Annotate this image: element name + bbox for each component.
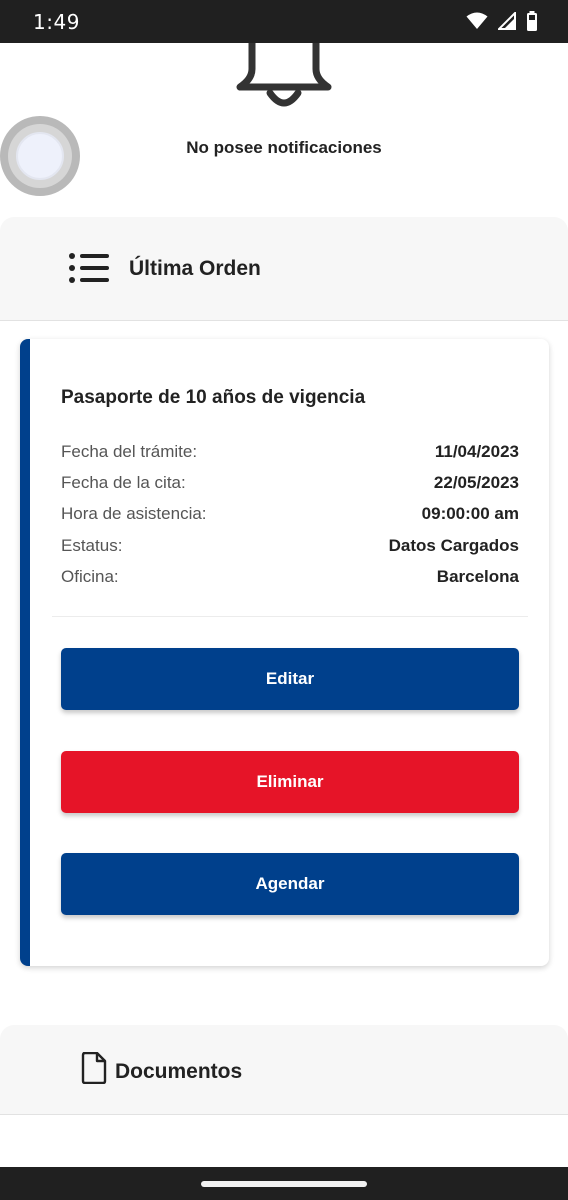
- status-time: 1:49: [33, 10, 80, 34]
- status-bar: 1:49: [0, 0, 568, 43]
- card-divider: [52, 616, 528, 617]
- order-row-fecha-cita: Fecha de la cita: 22/05/2023: [61, 473, 519, 497]
- order-title: Pasaporte de 10 años de vigencia: [61, 387, 366, 408]
- order-row-fecha-tramite: Fecha del trámite: 11/04/2023: [61, 442, 519, 466]
- navigation-bar: [0, 1167, 568, 1200]
- row-label: Oficina:: [61, 567, 119, 586]
- home-gesture-handle[interactable]: [201, 1181, 367, 1187]
- row-label: Estatus:: [61, 536, 123, 555]
- battery-icon: [526, 11, 538, 36]
- status-icons: [466, 10, 538, 36]
- order-row-hora: Hora de asistencia: 09:00:00 am: [61, 504, 519, 528]
- row-value: 22/05/2023: [433, 473, 519, 492]
- row-value: Datos Cargados: [388, 536, 519, 555]
- last-order-title: Última Orden: [129, 257, 261, 280]
- schedule-button[interactable]: Agendar: [61, 853, 519, 915]
- touch-indicator: [0, 116, 80, 196]
- bell-icon: [232, 29, 336, 107]
- wifi-icon: [466, 12, 488, 35]
- order-row-estatus: Estatus: Datos Cargados: [61, 536, 519, 560]
- row-label: Hora de asistencia:: [61, 504, 207, 523]
- documents-header[interactable]: Documentos: [0, 1025, 568, 1115]
- no-notifications-message: No posee notificaciones: [186, 138, 382, 157]
- documents-title: Documentos: [115, 1060, 243, 1083]
- edit-button[interactable]: Editar: [61, 648, 519, 710]
- delete-button[interactable]: Eliminar: [61, 751, 519, 813]
- row-label: Fecha del trámite:: [61, 442, 198, 461]
- row-label: Fecha de la cita:: [61, 473, 186, 492]
- row-value: 09:00:00 am: [421, 504, 519, 523]
- order-row-oficina: Oficina: Barcelona: [61, 567, 519, 591]
- document-icon: [81, 1051, 107, 1089]
- list-icon: [68, 252, 110, 289]
- order-card: Pasaporte de 10 años de vigencia Fecha d…: [20, 339, 549, 966]
- row-value: Barcelona: [436, 567, 519, 586]
- signal-icon: [496, 10, 516, 35]
- last-order-header[interactable]: Última Orden: [0, 217, 568, 321]
- row-value: 11/04/2023: [434, 442, 519, 461]
- touch-indicator-inner: [16, 132, 64, 180]
